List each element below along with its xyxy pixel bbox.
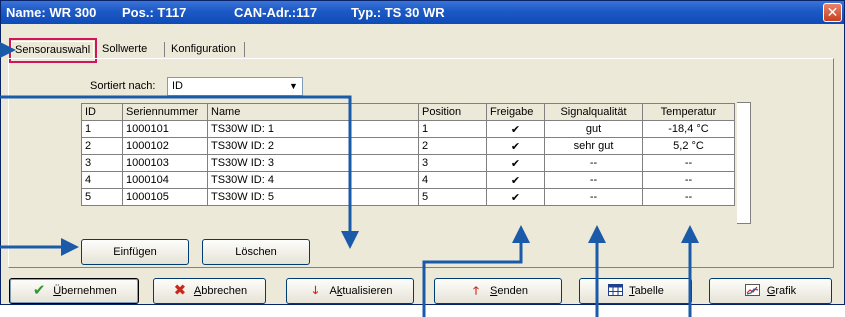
- cell-temperature: --: [642, 188, 735, 206]
- insert-button[interactable]: Einfügen: [81, 239, 189, 265]
- refresh-button[interactable]: 🡓 Aktualisieren: [286, 278, 414, 304]
- cell-freigabe-check[interactable]: ✔: [486, 137, 545, 155]
- cell-freigabe-check[interactable]: ✔: [486, 120, 545, 138]
- cell-freigabe-check[interactable]: ✔: [486, 171, 545, 189]
- cell-position[interactable]: 4: [418, 171, 487, 189]
- cell-name[interactable]: TS30W ID: 1: [207, 120, 419, 138]
- sort-select-value: ID: [172, 80, 183, 92]
- table-row[interactable]: 1 1000101 TS30W ID: 1 1 ✔ gut -18,4 °C: [81, 120, 735, 138]
- cell-name[interactable]: TS30W ID: 5: [207, 188, 419, 206]
- tab-konfiguration[interactable]: Konfiguration: [168, 41, 239, 58]
- title-name: Name: WR 300: [6, 5, 97, 20]
- table-row[interactable]: 4 1000104 TS30W ID: 4 4 ✔ -- --: [81, 171, 735, 189]
- apply-label-mnemonic: Ü: [53, 285, 62, 297]
- cell-signal: --: [544, 154, 643, 172]
- column-header-serial[interactable]: Seriennummer: [122, 103, 208, 121]
- cell-id[interactable]: 2: [81, 137, 123, 155]
- apply-label-rest: bernehmen: [61, 285, 117, 297]
- send-button[interactable]: 🡑 Senden: [434, 278, 562, 304]
- delete-button[interactable]: Löschen: [202, 239, 310, 265]
- cancel-button[interactable]: ✖ Abbrechen: [153, 278, 266, 304]
- refresh-label: Aktualisieren: [330, 279, 393, 303]
- chart-label: Grafik: [767, 279, 796, 303]
- cell-temperature: 5,2 °C: [642, 137, 735, 155]
- table-row[interactable]: 5 1000105 TS30W ID: 5 5 ✔ -- --: [81, 188, 735, 206]
- cell-position[interactable]: 2: [418, 137, 487, 155]
- cell-serial[interactable]: 1000104: [122, 171, 208, 189]
- cell-id[interactable]: 4: [81, 171, 123, 189]
- cell-temperature: --: [642, 154, 735, 172]
- tab-separator: [244, 42, 245, 57]
- cancel-label-rest: bbrechen: [201, 285, 248, 297]
- send-label: Senden: [490, 279, 528, 303]
- cell-signal: --: [544, 171, 643, 189]
- dialog-window: Name: WR 300 Pos.: T117 CAN-Adr.:117 Typ…: [0, 0, 845, 305]
- cell-id[interactable]: 5: [81, 188, 123, 206]
- table-label-rest: abelle: [634, 285, 664, 297]
- title-can-address: CAN-Adr.:117: [234, 5, 318, 20]
- refresh-label-pre: A: [329, 285, 337, 297]
- cell-signal: sehr gut: [544, 137, 643, 155]
- table-label: Tabelle: [629, 279, 664, 303]
- cell-freigabe-check[interactable]: ✔: [486, 154, 545, 172]
- chart-icon: [745, 284, 761, 298]
- sensor-table: ID Seriennummer Name Position Freigabe S…: [81, 103, 735, 206]
- tab-sollwerte[interactable]: Sollwerte: [99, 41, 150, 58]
- cell-serial[interactable]: 1000102: [122, 137, 208, 155]
- table-header-row: ID Seriennummer Name Position Freigabe S…: [81, 103, 735, 121]
- title-type: Typ.: TS 30 WR: [351, 5, 445, 20]
- column-header-id[interactable]: ID: [81, 103, 123, 121]
- cell-name[interactable]: TS30W ID: 3: [207, 154, 419, 172]
- cell-temperature: -18,4 °C: [642, 120, 735, 138]
- check-icon: ✔: [32, 282, 46, 299]
- refresh-label-rest: tualisieren: [342, 285, 393, 297]
- cell-signal: --: [544, 188, 643, 206]
- cell-position[interactable]: 3: [418, 154, 487, 172]
- sort-select[interactable]: ID ▼: [167, 77, 303, 96]
- send-label-rest: enden: [497, 285, 528, 297]
- cell-serial[interactable]: 1000103: [122, 154, 208, 172]
- cell-name[interactable]: TS30W ID: 4: [207, 171, 419, 189]
- table-button[interactable]: Tabelle: [579, 278, 692, 304]
- cell-freigabe-check[interactable]: ✔: [486, 188, 545, 206]
- apply-button[interactable]: ✔ Übernehmen: [9, 278, 139, 304]
- title-bar: Name: WR 300 Pos.: T117 CAN-Adr.:117 Typ…: [1, 1, 844, 24]
- arrow-down-icon: 🡓: [312, 285, 319, 297]
- chart-label-rest: rafik: [775, 285, 797, 297]
- cell-temperature: --: [642, 171, 735, 189]
- cell-serial[interactable]: 1000105: [122, 188, 208, 206]
- cancel-label: Abbrechen: [194, 279, 247, 303]
- cell-position[interactable]: 1: [418, 120, 487, 138]
- table-row[interactable]: 3 1000103 TS30W ID: 3 3 ✔ -- --: [81, 154, 735, 172]
- cell-name[interactable]: TS30W ID: 2: [207, 137, 419, 155]
- tab-separator: [164, 42, 165, 57]
- column-header-freigabe[interactable]: Freigabe: [486, 103, 545, 121]
- table-empty-area: [737, 102, 751, 224]
- table-icon: [607, 284, 623, 298]
- column-header-signal[interactable]: Signalqualität: [544, 103, 643, 121]
- table-row[interactable]: 2 1000102 TS30W ID: 2 2 ✔ sehr gut 5,2 °…: [81, 137, 735, 155]
- cell-signal: gut: [544, 120, 643, 138]
- column-header-temperature[interactable]: Temperatur: [642, 103, 735, 121]
- chevron-down-icon[interactable]: ▼: [287, 80, 300, 93]
- close-button[interactable]: ✕: [823, 3, 842, 22]
- column-header-name[interactable]: Name: [207, 103, 419, 121]
- arrow-up-icon: 🡑: [473, 285, 479, 297]
- sort-label: Sortiert nach:: [90, 80, 156, 92]
- chart-button[interactable]: Grafik: [709, 278, 832, 304]
- x-icon: ✖: [173, 282, 187, 299]
- cell-serial[interactable]: 1000101: [122, 120, 208, 138]
- column-header-position[interactable]: Position: [418, 103, 487, 121]
- title-position: Pos.: T117: [122, 5, 187, 20]
- cell-id[interactable]: 1: [81, 120, 123, 138]
- cell-position[interactable]: 5: [418, 188, 487, 206]
- apply-label: Übernehmen: [53, 279, 117, 303]
- cell-id[interactable]: 3: [81, 154, 123, 172]
